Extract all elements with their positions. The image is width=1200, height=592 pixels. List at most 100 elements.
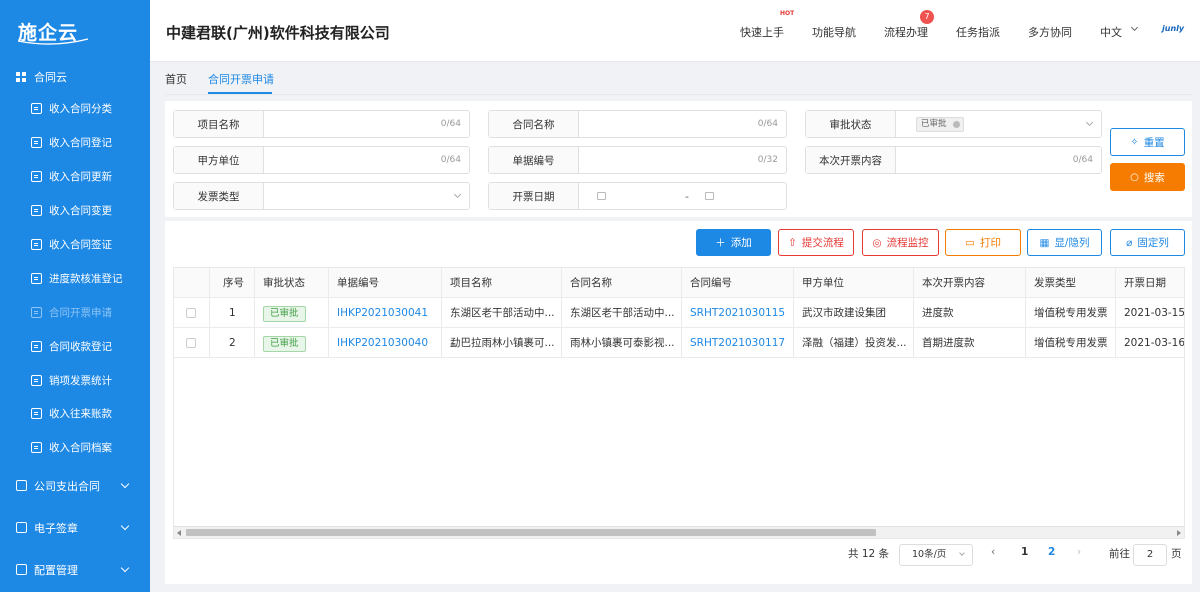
goto-label: 前往 xyxy=(1109,548,1130,560)
scroll-right-icon[interactable] xyxy=(1177,530,1181,536)
row-checkbox-cell xyxy=(174,328,210,358)
column-header[interactable]: 甲方单位 xyxy=(794,268,914,298)
field-label: 开票日期 xyxy=(489,183,579,209)
goto-unit: 页 xyxy=(1171,548,1182,560)
sidebar-item-contract-archive[interactable]: 收入合同档案 xyxy=(0,431,150,465)
sidebar-item-contract-visa[interactable]: 收入合同签证 xyxy=(0,228,150,262)
sidebar-section-e-signature[interactable]: 电子签章 xyxy=(0,507,150,549)
sidebar-item-collection-register[interactable]: 合同收款登记 xyxy=(0,329,150,363)
sidebar-group-contract-cloud[interactable]: 合同云 xyxy=(0,62,150,92)
page-2-button[interactable]: 2 xyxy=(1048,546,1055,558)
logo[interactable]: 施企云 xyxy=(0,0,150,62)
prev-page-button[interactable]: ‹ xyxy=(991,546,995,558)
project-name-field[interactable]: 项目名称 0/64 xyxy=(173,110,470,138)
table-row[interactable]: 1 已审批 IHKP2021030041 东湖区老干部活动中... 东湖区老干部… xyxy=(174,298,1184,328)
sidebar-section-expense-contracts[interactable]: 公司支出合同 xyxy=(0,465,150,507)
status-cell: 已审批 xyxy=(255,328,329,358)
tab-home[interactable]: 首页 xyxy=(165,71,187,87)
document-icon xyxy=(31,103,42,115)
invoice-date-range[interactable]: 开票日期 - xyxy=(488,182,787,210)
brand-logo[interactable]: junly xyxy=(1162,24,1184,33)
sidebar-item-label: 收入合同签证 xyxy=(49,239,112,251)
sidebar-group-label: 合同云 xyxy=(34,71,67,84)
sidebar-item-output-invoice-stats[interactable]: 销项发票统计 xyxy=(0,363,150,397)
sidebar-item-contract-update[interactable]: 收入合同更新 xyxy=(0,160,150,194)
row-number: 2 xyxy=(210,328,255,358)
scroll-left-icon[interactable] xyxy=(177,530,181,536)
sidebar-item-contract-category[interactable]: 收入合同分类 xyxy=(0,92,150,126)
search-button[interactable]: ○ 搜索 xyxy=(1110,163,1185,191)
nav-collaboration[interactable]: 多方协同 xyxy=(1028,24,1072,40)
invoice-content-cell: 进度款 xyxy=(914,298,1026,328)
nav-task-assign[interactable]: 任务指派 xyxy=(956,24,1000,40)
column-header[interactable]: 序号 xyxy=(210,268,255,298)
char-count: 0/32 xyxy=(757,155,778,165)
sidebar-section-label: 配置管理 xyxy=(34,563,78,577)
party-a-field[interactable]: 甲方单位 0/64 xyxy=(173,146,470,174)
sidebar-item-invoice-application[interactable]: 合同开票申请 xyxy=(0,295,150,329)
status-badge: 已审批 xyxy=(263,306,306,322)
show-hide-columns-button[interactable]: ▦ 显/隐列 xyxy=(1027,229,1102,256)
table-row[interactable]: 2 已审批 IHKP2021030040 勐巴拉雨林小镇裹可... 雨林小镇裹可… xyxy=(174,328,1184,358)
contract-name-field[interactable]: 合同名称 0/64 xyxy=(488,110,787,138)
page-1-button[interactable]: 1 xyxy=(1021,546,1028,558)
nav-process[interactable]: 流程办理 xyxy=(884,24,928,40)
column-header[interactable]: 合同编号 xyxy=(682,268,794,298)
close-icon[interactable] xyxy=(952,121,960,128)
sidebar-item-receivables[interactable]: 收入往来账款 xyxy=(0,397,150,431)
doc-number-link[interactable]: IHKP2021030041 xyxy=(329,298,442,328)
next-page-button[interactable]: › xyxy=(1077,546,1081,558)
nav-quick-start[interactable]: 快速上手 xyxy=(740,24,784,40)
reset-button[interactable]: ✧ 重置 xyxy=(1110,128,1185,156)
party-a-cell: 武汉市政建设集团 xyxy=(794,298,914,328)
approval-status-select[interactable]: 审批状态 已审批 xyxy=(805,110,1102,138)
sidebar-item-label: 收入合同登记 xyxy=(49,137,112,150)
submit-process-button[interactable]: ⇧ 提交流程 xyxy=(778,229,854,256)
column-header[interactable]: 单据编号 xyxy=(329,268,442,298)
contract-code-link[interactable]: SRHT2021030117 xyxy=(682,328,794,358)
column-header[interactable]: 项目名称 xyxy=(442,268,562,298)
language-select[interactable]: 中文 xyxy=(1100,24,1122,40)
sidebar-section-config[interactable]: 配置管理 xyxy=(0,549,150,591)
sidebar-item-contract-register[interactable]: 收入合同登记 xyxy=(0,126,150,160)
doc-number-link[interactable]: IHKP2021030040 xyxy=(329,328,442,358)
horizontal-scrollbar[interactable] xyxy=(174,526,1184,538)
nav-feature-guide[interactable]: 功能导航 xyxy=(812,24,856,40)
row-checkbox[interactable] xyxy=(186,338,196,348)
column-header[interactable]: 本次开票内容 xyxy=(914,268,1026,298)
tab-invoice-application[interactable]: 合同开票申请 xyxy=(208,71,274,87)
doc-number-field[interactable]: 单据编号 0/32 xyxy=(488,146,787,174)
page-size-select[interactable]: 10条/页 xyxy=(899,544,973,566)
add-button[interactable]: ＋ 添加 xyxy=(696,229,771,256)
tag-label: 已审批 xyxy=(921,119,947,129)
process-monitor-button[interactable]: ◎ 流程监控 xyxy=(862,229,939,256)
goto-page-input[interactable]: 2 xyxy=(1133,544,1167,566)
sidebar-item-label: 合同开票申请 xyxy=(49,306,112,319)
sidebar-item-label: 收入合同变更 xyxy=(49,205,112,218)
field-label: 甲方单位 xyxy=(174,147,264,173)
row-checkbox[interactable] xyxy=(186,308,196,318)
header-checkbox-cell xyxy=(174,268,210,298)
document-icon xyxy=(31,171,42,183)
sidebar-item-progress-approval[interactable]: 进度款核准登记 xyxy=(0,261,150,295)
search-icon: ○ xyxy=(1130,171,1139,183)
reset-label: 重置 xyxy=(1143,136,1165,149)
column-header[interactable]: 发票类型 xyxy=(1026,268,1116,298)
column-header[interactable]: 合同名称 xyxy=(562,268,682,298)
column-header[interactable]: 开票日期 xyxy=(1116,268,1184,298)
document-icon xyxy=(31,239,42,250)
add-label: 添加 xyxy=(730,237,752,249)
printer-icon: ▭ xyxy=(965,236,975,249)
invoice-content-cell: 首期进度款 xyxy=(914,328,1026,358)
invoice-type-select[interactable]: 发票类型 xyxy=(173,182,470,210)
fix-column-button[interactable]: ⌀ 固定列 xyxy=(1110,229,1185,256)
sidebar-item-contract-change[interactable]: 收入合同变更 xyxy=(0,194,150,228)
invoice-content-field[interactable]: 本次开票内容 0/64 xyxy=(805,146,1102,174)
column-header[interactable]: 审批状态 xyxy=(255,268,329,298)
print-button[interactable]: ▭ 打印 xyxy=(945,229,1021,256)
contract-code-link[interactable]: SRHT2021030115 xyxy=(682,298,794,328)
selected-status-tag[interactable]: 已审批 xyxy=(916,117,964,132)
header: 中建君联(广州)软件科技有限公司 HOT 快速上手 功能导航 7 流程办理 任务… xyxy=(150,0,1200,62)
chevron-down-icon xyxy=(959,550,965,556)
scrollbar-thumb[interactable] xyxy=(186,529,876,536)
